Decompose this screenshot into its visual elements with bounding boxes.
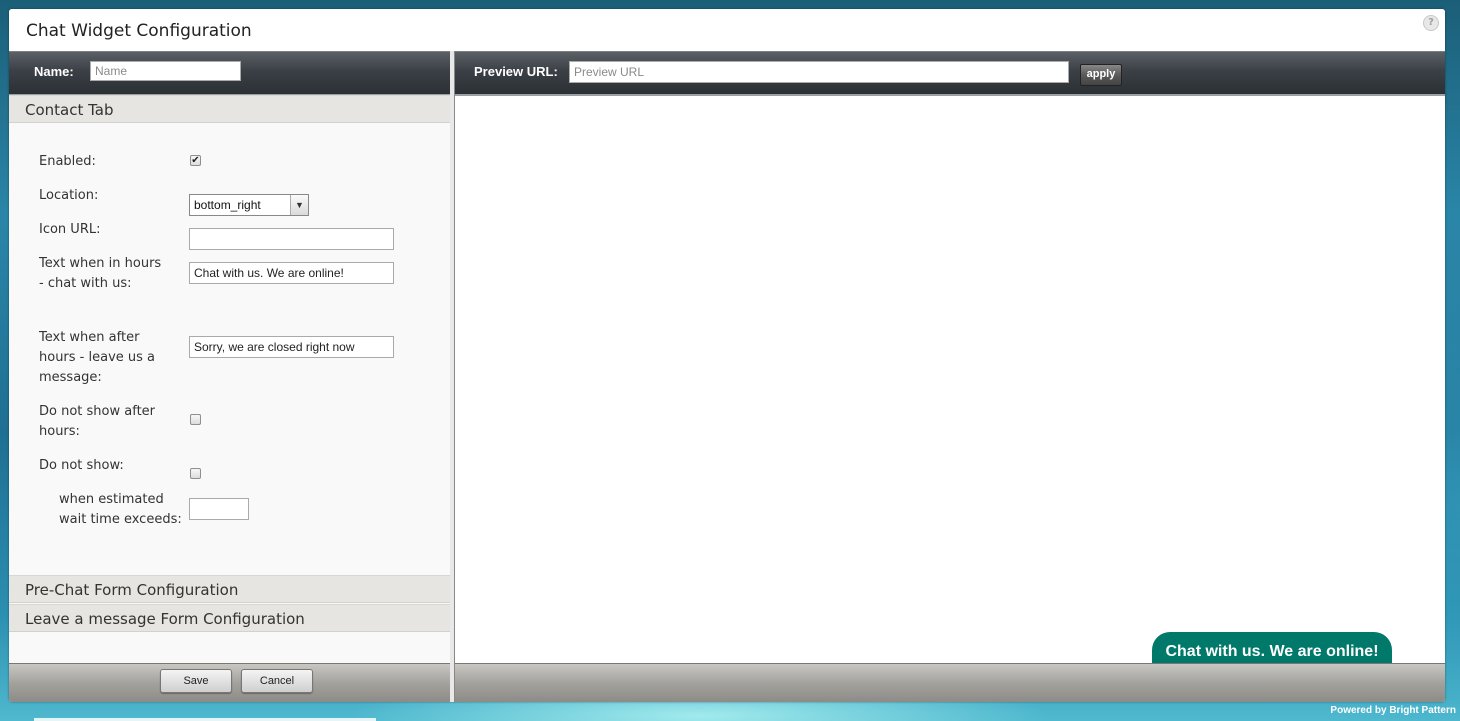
name-label: Name: bbox=[34, 64, 74, 79]
no-show-checkbox[interactable] bbox=[190, 468, 201, 479]
icon-url-input[interactable] bbox=[189, 228, 394, 250]
preview-toolbar: Preview URL: apply bbox=[455, 51, 1445, 96]
contact-tab-section-header[interactable]: Contact Tab bbox=[9, 95, 450, 123]
preview-url-label: Preview URL: bbox=[474, 64, 558, 79]
name-input[interactable] bbox=[90, 61, 241, 81]
wait-time-input[interactable] bbox=[189, 498, 249, 520]
window-header: Chat Widget Configuration ? bbox=[9, 9, 1445, 51]
powered-by-label: Powered by Bright Pattern bbox=[1330, 705, 1456, 716]
wait-time-label: when estimated wait time exceeds: bbox=[59, 492, 182, 527]
preview-url-input[interactable] bbox=[569, 61, 1069, 83]
text-after-hours-input[interactable] bbox=[189, 336, 394, 358]
text-in-hours-input[interactable] bbox=[189, 262, 394, 284]
save-button[interactable]: Save bbox=[160, 669, 232, 693]
location-select[interactable]: bottom_right ▼ bbox=[189, 194, 309, 216]
chat-widget-config-window: Chat Widget Configuration ? Name: Contac… bbox=[9, 9, 1445, 702]
preview-panel: Preview URL: apply Chat with us. We are … bbox=[455, 51, 1445, 702]
cancel-button[interactable]: Cancel bbox=[241, 669, 313, 693]
chevron-down-icon[interactable]: ▼ bbox=[290, 195, 308, 215]
no-show-label: Do not show: bbox=[39, 458, 124, 473]
pre-chat-section-header[interactable]: Pre-Chat Form Configuration bbox=[9, 575, 450, 603]
no-show-after-hours-checkbox[interactable] bbox=[190, 414, 201, 425]
text-after-hours-label: Text when after hours - leave us a messa… bbox=[39, 330, 156, 385]
location-select-value: bottom_right bbox=[194, 198, 261, 212]
name-toolbar: Name: bbox=[9, 51, 450, 96]
text-in-hours-label: Text when in hours - chat with us: bbox=[39, 256, 162, 291]
help-icon[interactable]: ? bbox=[1423, 15, 1439, 31]
window-title: Chat Widget Configuration bbox=[26, 21, 252, 41]
no-show-after-hours-label: Do not show after hours: bbox=[39, 404, 156, 439]
config-panel: Name: Contact Tab Enabled: ✔ Location: b… bbox=[9, 51, 451, 702]
right-bottom-bar bbox=[455, 663, 1445, 702]
icon-url-label: Icon URL: bbox=[39, 222, 101, 237]
location-label: Location: bbox=[39, 188, 99, 203]
enabled-checkbox[interactable]: ✔ bbox=[190, 155, 201, 166]
apply-button[interactable]: apply bbox=[1080, 64, 1122, 86]
leave-message-section-header[interactable]: Leave a message Form Configuration bbox=[9, 604, 450, 632]
enabled-label: Enabled: bbox=[39, 154, 96, 169]
